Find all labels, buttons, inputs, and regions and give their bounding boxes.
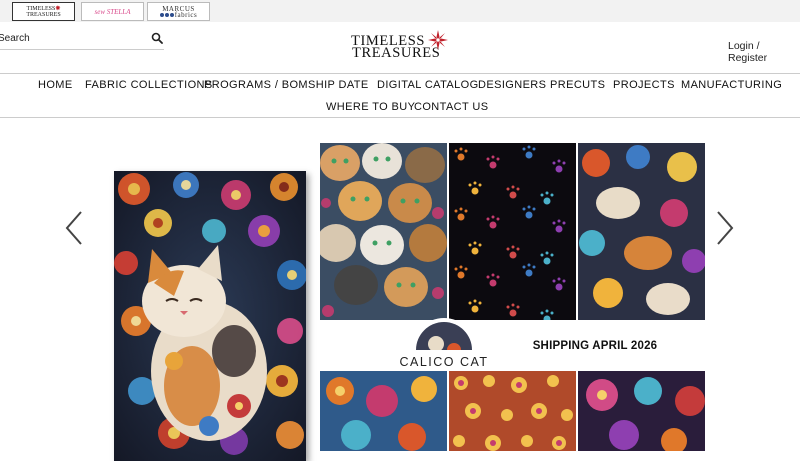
site-logo[interactable]: TIMELESS TREASURES: [348, 30, 452, 64]
sew-stella-mini-logo: sew STELLA: [94, 7, 131, 16]
nav-digital-catalog[interactable]: DIGITAL CATALOG: [377, 79, 479, 91]
brand-bar: TIMELESS✸ TREASURES sew STELLA MARCUS fabr…: [0, 0, 800, 22]
account-separator: /: [753, 40, 760, 52]
nav-projects[interactable]: PROJECTS: [613, 79, 675, 91]
search-icon[interactable]: [151, 32, 163, 44]
nav-manufacturing[interactable]: MANUFACTURING: [681, 79, 782, 91]
search-bar: [0, 28, 164, 50]
chevron-left-icon[interactable]: [64, 210, 84, 246]
nav-contact-us[interactable]: CONTACT US: [414, 101, 489, 113]
chevron-right-icon[interactable]: [715, 210, 735, 246]
nav-programs-bom[interactable]: PROGRAMS / BOM: [204, 79, 308, 91]
timeless-treasures-mini-logo: TIMELESS✸ TREASURES: [26, 5, 61, 18]
brand-tab-sew-stella[interactable]: sew STELLA: [81, 2, 144, 21]
nav-designers[interactable]: DESIGNERS: [478, 79, 546, 91]
fabric-swatch-blue-floral: [320, 371, 447, 451]
fabric-swatch-paw-prints: [449, 143, 576, 320]
fabric-swatch-cats-and-flowers: [578, 143, 705, 320]
nav-fabric-collections[interactable]: FABRIC COLLECTIONS: [85, 79, 213, 91]
fabric-swatch-orange-dots: [449, 371, 576, 451]
fabric-swatch-purple-floral: [578, 371, 705, 451]
search-input[interactable]: [0, 30, 143, 46]
login-link[interactable]: Login: [728, 40, 754, 52]
nav-where-to-buy[interactable]: WHERE TO BUY: [326, 101, 415, 113]
register-link[interactable]: Register: [728, 52, 767, 64]
main-nav: HOME FABRIC COLLECTIONS PROGRAMS / BOM S…: [0, 73, 800, 118]
fabric-swatch-cat-faces: [320, 143, 447, 320]
nav-home[interactable]: HOME: [38, 79, 73, 91]
nav-precuts[interactable]: PRECUTS: [550, 79, 605, 91]
brand-tab-timeless-treasures[interactable]: TIMELESS✸ TREASURES: [12, 2, 75, 21]
brand-tab-marcus-fabrics[interactable]: MARCUS fabrics: [147, 2, 210, 21]
nav-ship-date[interactable]: SHIP DATE: [308, 79, 369, 91]
account-links: Login / Register: [728, 40, 800, 64]
logo-star-icon: [428, 30, 448, 50]
shipping-date-label: SHIPPING APRIL 2026: [532, 340, 658, 352]
calico-cat-panel-image: [114, 171, 306, 461]
marcus-fabrics-mini-logo: MARCUS fabrics: [159, 5, 198, 18]
collection-name: CALICO CAT: [399, 355, 489, 369]
